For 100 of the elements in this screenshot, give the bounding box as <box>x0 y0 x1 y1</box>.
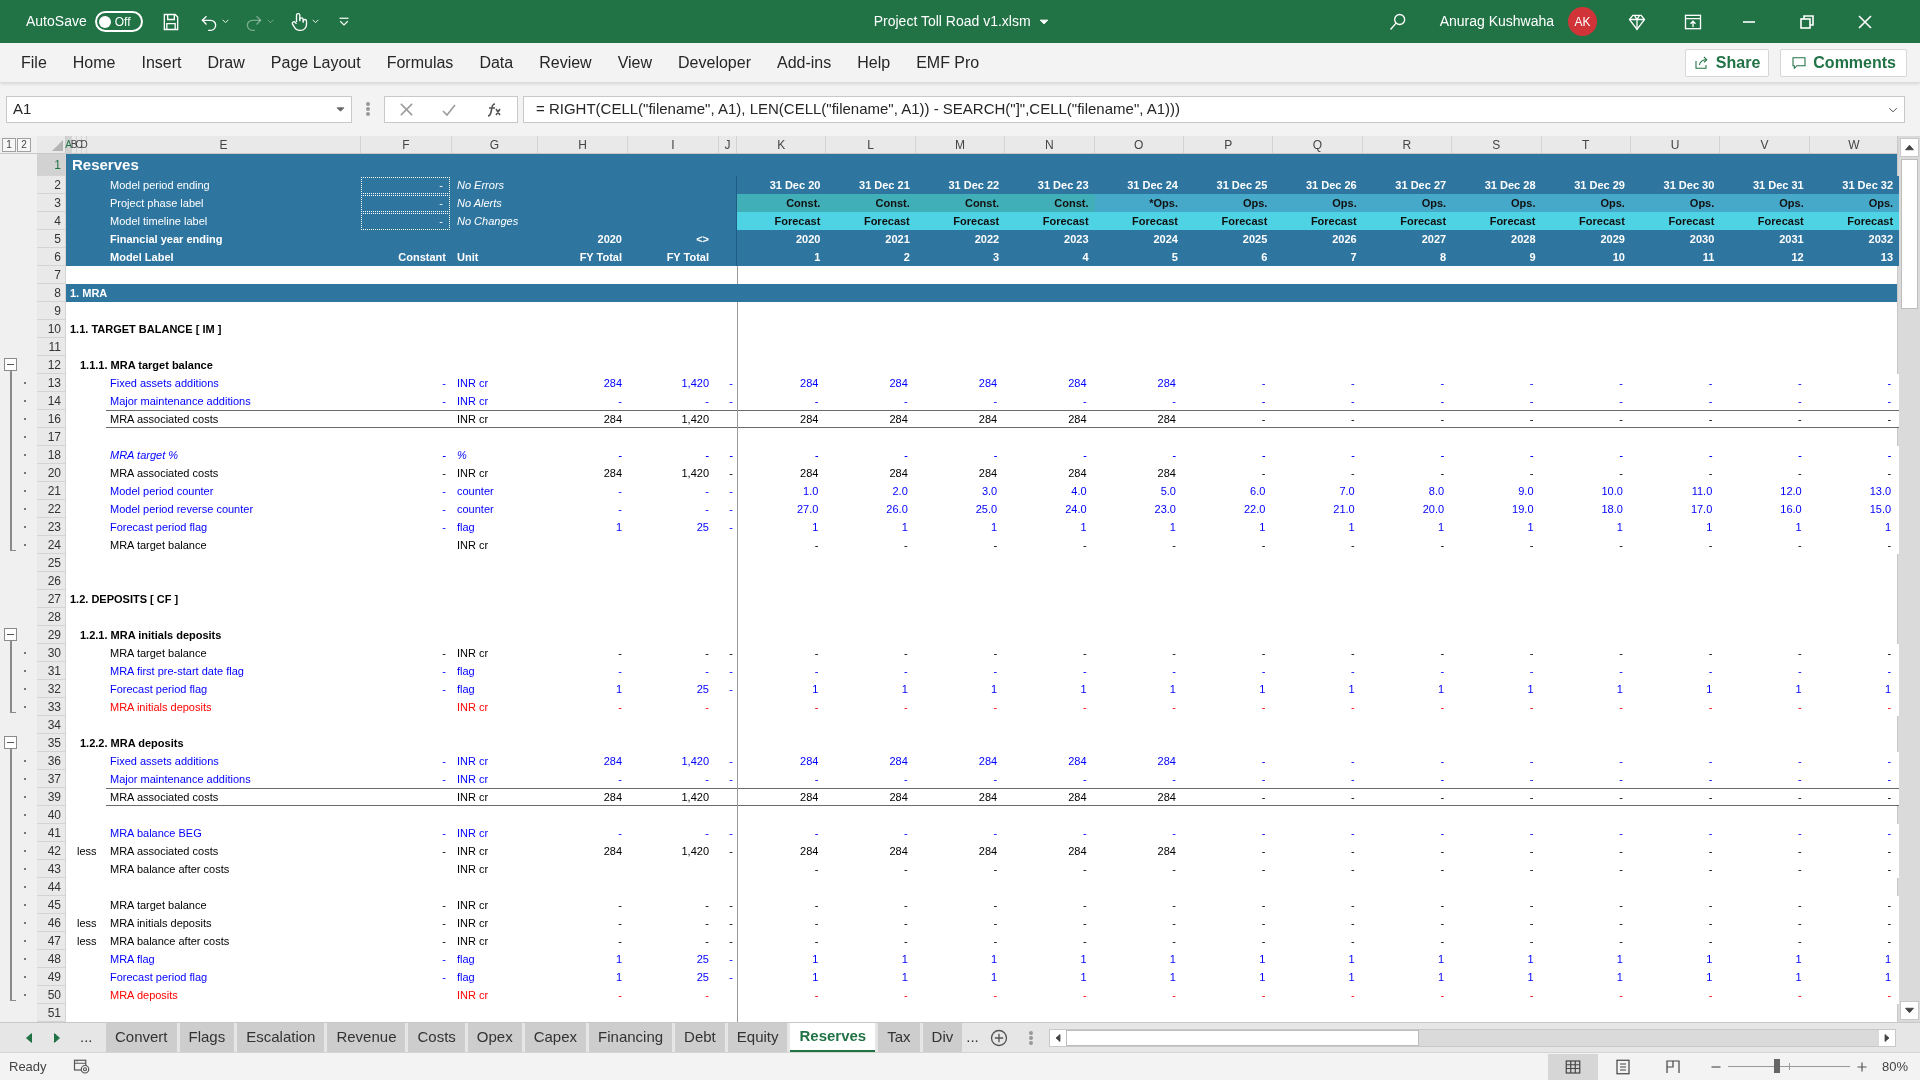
ribbon-tab[interactable]: Formulas <box>386 50 454 75</box>
horizontal-scrollbar[interactable] <box>1048 1028 1896 1047</box>
insert-function-button[interactable] <box>485 101 504 118</box>
autosave-toggle[interactable]: Off <box>94 11 143 32</box>
sheet-tab[interactable]: Capex <box>524 1023 587 1052</box>
sheet-tab[interactable]: Equity <box>727 1023 788 1052</box>
row-number[interactable]: 20 <box>37 464 66 482</box>
row-number[interactable]: 32 <box>37 680 66 698</box>
caret-icon[interactable] <box>220 17 230 26</box>
caret-icon[interactable] <box>1038 16 1049 27</box>
column-header[interactable]: D <box>82 136 87 153</box>
row-number[interactable]: 23 <box>37 518 66 536</box>
row-number[interactable]: 51 <box>37 1004 66 1022</box>
row-number[interactable]: 12 <box>37 356 66 374</box>
customize-icon[interactable] <box>337 15 350 28</box>
row-number[interactable]: 50 <box>37 986 66 1004</box>
column-header[interactable]: M <box>915 136 1006 153</box>
more-sheets-button[interactable]: ... <box>80 1026 93 1049</box>
row-number[interactable]: 26 <box>37 572 66 590</box>
name-box[interactable]: A1 <box>6 96 352 123</box>
zoom-slider-thumb[interactable] <box>1773 1059 1780 1073</box>
value-field[interactable]: - <box>361 212 450 230</box>
row-number[interactable]: 11 <box>37 338 66 356</box>
row-number[interactable]: 31 <box>37 662 66 680</box>
column-header[interactable]: J <box>719 136 737 153</box>
formula-field[interactable]: = RIGHT(CELL("filename", A1), LEN(CELL("filename", A1)) - SEARCH("]",CELL("filename", A1))) <box>523 96 1905 123</box>
row-number[interactable]: 28 <box>37 608 66 626</box>
add-sheet-icon[interactable] <box>988 1027 1009 1048</box>
sheet-tab[interactable]: Financing <box>589 1023 673 1052</box>
row-number[interactable]: 9 <box>37 302 66 320</box>
scroll-left-icon[interactable] <box>24 1032 34 1043</box>
column-header[interactable]: V <box>1720 136 1810 153</box>
row-number[interactable]: 49 <box>37 968 66 986</box>
column-header[interactable]: K <box>737 136 827 153</box>
cancel-icon[interactable] <box>398 102 414 117</box>
row-number[interactable]: 48 <box>37 950 66 968</box>
row-number[interactable]: 36 <box>37 752 66 770</box>
collapse-button[interactable] <box>4 358 17 371</box>
sheet-tab[interactable]: Debt <box>675 1023 725 1052</box>
row-number[interactable]: 24 <box>37 536 66 554</box>
outline-level-button[interactable]: 1 <box>2 137 16 152</box>
row-number[interactable]: 29 <box>37 626 66 644</box>
column-header[interactable]: Q <box>1273 136 1363 153</box>
row-number[interactable]: 1 <box>37 154 66 176</box>
row-number[interactable]: 35 <box>37 734 66 752</box>
sheet-tab[interactable]: Tax <box>878 1023 920 1052</box>
column-header[interactable]: S <box>1452 136 1542 153</box>
row-number[interactable]: 7 <box>37 266 66 284</box>
row-number[interactable]: 44 <box>37 878 66 896</box>
value-field[interactable]: - <box>361 176 450 194</box>
sheet-tab[interactable]: Div <box>922 1023 963 1052</box>
row-number[interactable]: 47 <box>37 932 66 950</box>
scroll-left-icon[interactable] <box>1053 1033 1062 1042</box>
close-icon[interactable] <box>1857 13 1874 30</box>
row-number[interactable]: 33 <box>37 698 66 716</box>
column-header[interactable]: I <box>628 136 719 153</box>
column-header[interactable]: N <box>1005 136 1095 153</box>
row-number[interactable]: 21 <box>37 482 66 500</box>
search-icon[interactable] <box>1387 11 1408 32</box>
row-number[interactable]: 40 <box>37 806 66 824</box>
row-number[interactable]: 4 <box>37 212 66 230</box>
row-number[interactable]: 42 <box>37 842 66 860</box>
ribbon-tab[interactable]: EMF Pro <box>916 50 980 75</box>
row-number[interactable]: 18 <box>37 446 66 464</box>
collapse-button[interactable] <box>4 736 17 749</box>
row-number[interactable]: 3 <box>37 194 66 212</box>
sheet-tab[interactable]: Escalation <box>237 1023 325 1052</box>
row-number[interactable]: 17 <box>37 428 66 446</box>
macro-record-icon[interactable] <box>71 1057 92 1076</box>
ribbon-tab[interactable]: Home <box>72 50 116 75</box>
row-number[interactable]: 8 <box>37 284 66 302</box>
ribbon-tab[interactable]: View <box>617 50 653 75</box>
sheet-tab[interactable]: Opex <box>467 1023 522 1052</box>
sheet-tab[interactable]: Flags <box>179 1023 235 1052</box>
scroll-up-icon[interactable] <box>1904 143 1914 152</box>
ribbon-tab[interactable]: Add-ins <box>776 50 832 75</box>
ribbon-tab[interactable]: Draw <box>207 50 245 75</box>
share-button[interactable]: Share <box>1684 48 1770 77</box>
row-number[interactable]: 14 <box>37 392 66 410</box>
ribbon-tab[interactable]: Insert <box>141 50 182 75</box>
column-header[interactable]: P <box>1183 136 1274 153</box>
row-number[interactable]: 46 <box>37 914 66 932</box>
row-number[interactable]: 27 <box>37 590 66 608</box>
caret-icon[interactable] <box>310 17 320 26</box>
scrollbar-thumb[interactable] <box>1065 1029 1419 1046</box>
column-header[interactable]: A <box>66 136 72 153</box>
sheet-tab[interactable]: Reserves <box>790 1023 876 1052</box>
column-header[interactable]: B <box>72 136 77 153</box>
row-number[interactable]: 13 <box>37 374 66 392</box>
scroll-right-icon[interactable] <box>1883 1033 1891 1042</box>
zoom-in-icon[interactable] <box>1855 1060 1868 1073</box>
ribbon-tab[interactable]: Help <box>857 50 891 75</box>
collapse-button[interactable] <box>4 628 17 641</box>
row-number[interactable]: 16 <box>37 410 66 428</box>
sheet-tab[interactable]: Revenue <box>327 1023 406 1052</box>
ribbon-tab[interactable]: Data <box>479 50 514 75</box>
column-header[interactable]: H <box>538 136 628 153</box>
ribbon-tab[interactable]: Review <box>539 50 592 75</box>
row-number[interactable]: 5 <box>37 230 66 248</box>
row-number[interactable]: 45 <box>37 896 66 914</box>
